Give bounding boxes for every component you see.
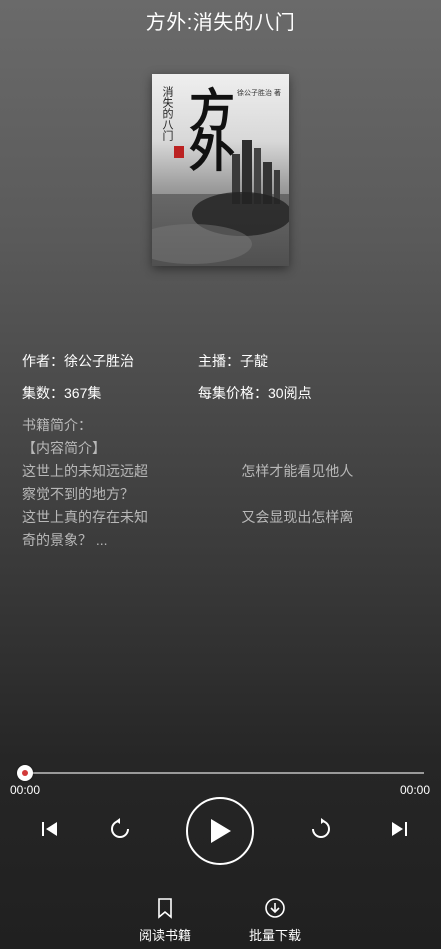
skip-previous-icon bbox=[42, 822, 57, 836]
total-time: 00:00 bbox=[399, 783, 430, 797]
seal-stamp bbox=[174, 146, 184, 158]
progress-track[interactable] bbox=[25, 772, 424, 774]
cover-subtitle: 消失的八门 bbox=[161, 86, 174, 141]
rewind-icon bbox=[111, 818, 129, 838]
narrator-label: 主播：子靛 bbox=[198, 353, 268, 369]
price-label: 每集价格：30阅点 bbox=[198, 385, 312, 401]
book-cover: 消失的八门 方外 徐公子胜治 著 bbox=[152, 74, 289, 266]
batch-download-label: 批量下载 bbox=[248, 928, 301, 943]
cover-title: 方外 bbox=[182, 86, 236, 166]
bookmark-icon bbox=[158, 898, 172, 919]
play-icon bbox=[211, 819, 231, 843]
author-label: 作者：徐公子胜治 bbox=[22, 353, 134, 369]
read-book-button[interactable]: 阅读书籍 bbox=[130, 897, 200, 944]
fast-forward-icon bbox=[312, 818, 330, 838]
intro-line: 奇的景象？ ... bbox=[22, 532, 108, 548]
book-intro: 书籍简介： 【内容简介】 这世上的未知远远超 怎样才能看见他人 察觉不到的地方？… bbox=[22, 414, 418, 552]
rewind-button[interactable] bbox=[105, 814, 135, 844]
intro-heading: 书籍简介： bbox=[22, 417, 92, 433]
download-icon bbox=[265, 898, 285, 918]
skip-next-icon bbox=[392, 822, 407, 836]
previous-chapter-button[interactable] bbox=[35, 814, 65, 844]
current-time: 00:00 bbox=[10, 783, 41, 797]
intro-line: 【内容简介】 bbox=[22, 440, 106, 456]
progress-knob[interactable] bbox=[17, 765, 33, 781]
intro-line: 这世上的未知远远超 怎样才能看见他人 bbox=[22, 463, 354, 479]
next-chapter-button[interactable] bbox=[384, 814, 414, 844]
intro-line: 这世上真的存在未知 又会显现出怎样离 bbox=[22, 509, 354, 525]
play-button[interactable] bbox=[186, 797, 254, 865]
intro-line: 察觉不到的地方？ bbox=[22, 486, 134, 502]
batch-download-button[interactable]: 批量下载 bbox=[240, 897, 310, 944]
cover-author: 徐公子胜治 著 bbox=[237, 90, 281, 97]
fast-forward-button[interactable] bbox=[306, 814, 336, 844]
episodes-label: 集数：367集 bbox=[22, 385, 102, 401]
read-book-label: 阅读书籍 bbox=[138, 928, 191, 943]
page-title: 方外:消失的八门 bbox=[145, 12, 296, 34]
